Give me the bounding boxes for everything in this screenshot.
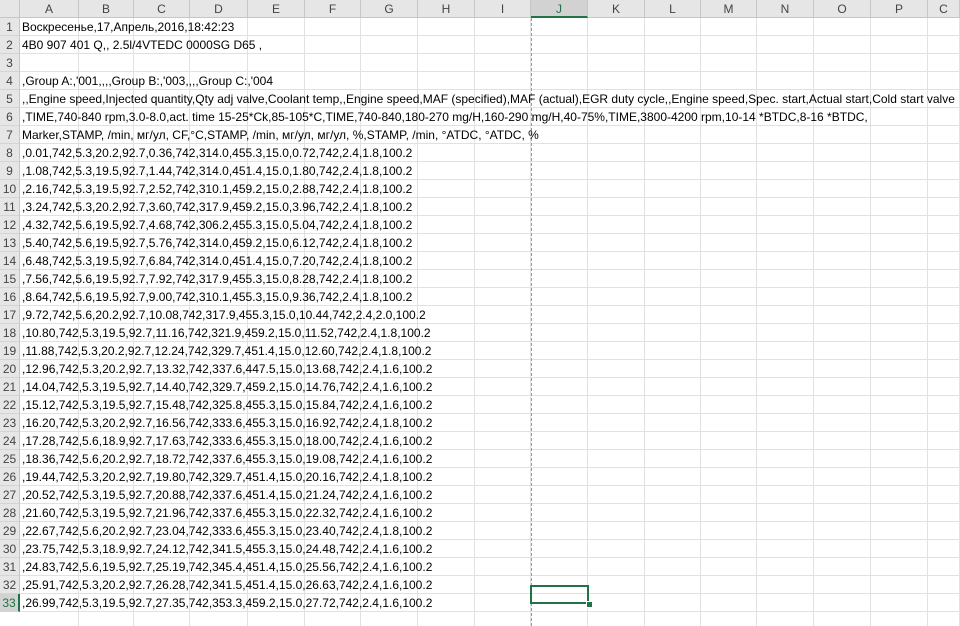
cell-a17[interactable]: ,9.72,742,5.6,20.2,92.7,10.08,742,317.9,… [22, 306, 426, 324]
cell-a11[interactable]: ,3.24,742,5.3,20.2,92.7,3.60,742,317.9,4… [22, 198, 412, 216]
cell-a27[interactable]: ,20.52,742,5.3,19.5,92.7,20.88,742,337.6… [22, 486, 432, 504]
cell-a16[interactable]: ,8.64,742,5.6,19.5,92.7,9.00,742,310.1,4… [22, 288, 412, 306]
row-header-28[interactable]: 28 [0, 504, 20, 522]
row-header-29[interactable]: 29 [0, 522, 20, 540]
row-header-11[interactable]: 11 [0, 198, 20, 216]
row-header-2[interactable]: 2 [0, 36, 20, 54]
cell-a30[interactable]: ,23.75,742,5.3,18.9,92.7,24.12,742,341.5… [22, 540, 432, 558]
column-header-a[interactable]: A [20, 0, 79, 18]
row-header-9[interactable]: 9 [0, 162, 20, 180]
column-header-f[interactable]: F [305, 0, 361, 18]
column-header-p[interactable]: P [871, 0, 928, 18]
cell-a9[interactable]: ,1.08,742,5.3,19.5,92.7,1.44,742,314.0,4… [22, 162, 412, 180]
cell-a33[interactable]: ,26.99,742,5.3,19.5,92.7,27.35,742,353.3… [22, 594, 432, 612]
column-header-i[interactable]: I [475, 0, 531, 18]
cell-a31[interactable]: ,24.83,742,5.6,19.5,92.7,25.19,742,345.4… [22, 558, 432, 576]
row-header-22[interactable]: 22 [0, 396, 20, 414]
cell-a1[interactable]: Воскресенье,17,Апрель,2016,18:42:23 [22, 18, 234, 36]
cell-a25[interactable]: ,18.36,742,5.6,20.2,92.7,18.72,742,337.6… [22, 450, 432, 468]
column-header-k[interactable]: K [588, 0, 645, 18]
row-header-7[interactable]: 7 [0, 126, 20, 144]
row-header-5[interactable]: 5 [0, 90, 20, 108]
spreadsheet-grid[interactable]: ABCDEFGHIJKLMNOPC 1 2 3 4 5 6 7 8 9 10 11 12 13 14 15 1… [0, 0, 960, 626]
column-header-g[interactable]: G [361, 0, 418, 18]
row-header-4[interactable]: 4 [0, 72, 20, 90]
row-header-16[interactable]: 16 [0, 288, 20, 306]
column-gridline [927, 18, 928, 626]
cell-a23[interactable]: ,16.20,742,5.3,20.2,92.7,16.56,742,333.6… [22, 414, 432, 432]
column-header-d[interactable]: D [190, 0, 248, 18]
cell-a4[interactable]: ,Group A:,'001,,,,Group B:,'003,,,,Group… [22, 72, 273, 90]
row-header-1[interactable]: 1 [0, 18, 20, 36]
row-header-31[interactable]: 31 [0, 558, 20, 576]
cell-a26[interactable]: ,19.44,742,5.3,20.2,92.7,19.80,742,329.7… [22, 468, 432, 486]
row-header-30[interactable]: 30 [0, 540, 20, 558]
cell-a2[interactable]: 4B0 907 401 Q,, 2.5l/4VTEDC 0000SG D65 , [22, 36, 262, 54]
cell-a20[interactable]: ,12.96,742,5.3,20.2,92.7,13.32,742,337.6… [22, 360, 432, 378]
row-header-15[interactable]: 15 [0, 270, 20, 288]
column-header-j[interactable]: J [531, 0, 588, 18]
row-header-21[interactable]: 21 [0, 378, 20, 396]
row-header-25[interactable]: 25 [0, 450, 20, 468]
cell-a15[interactable]: ,7.56,742,5.6,19.5,92.7,7.92,742,317.9,4… [22, 270, 412, 288]
column-header-o[interactable]: O [814, 0, 871, 18]
cell-a12[interactable]: ,4.32,742,5.6,19.5,92.7,4.68,742,306.2,4… [22, 216, 412, 234]
row-header-3[interactable]: 3 [0, 54, 20, 72]
cell-a18[interactable]: ,10.80,742,5.3,19.5,92.7,11.16,742,321.9… [22, 324, 431, 342]
row-header-19[interactable]: 19 [0, 342, 20, 360]
column-header-b[interactable]: B [79, 0, 134, 18]
cell-a14[interactable]: ,6.48,742,5.3,19.5,92.7,6.84,742,314.0,4… [22, 252, 412, 270]
row-header-17[interactable]: 17 [0, 306, 20, 324]
row-header-20[interactable]: 20 [0, 360, 20, 378]
row-header-10[interactable]: 10 [0, 180, 20, 198]
row-header-26[interactable]: 26 [0, 468, 20, 486]
row-header-24[interactable]: 24 [0, 432, 20, 450]
column-header-n[interactable]: N [757, 0, 814, 18]
cell-a19[interactable]: ,11.88,742,5.3,20.2,92.7,12.24,742,329.7… [22, 342, 431, 360]
cell-a29[interactable]: ,22.67,742,5.6,20.2,92.7,23.04,742,333.6… [22, 522, 432, 540]
row-header-27[interactable]: 27 [0, 486, 20, 504]
cell-a8[interactable]: ,0.01,742,5.3,20.2,92.7,0.36,742,314.0,4… [22, 144, 412, 162]
row-header-33[interactable]: 33 [0, 594, 20, 612]
column-gridline [870, 18, 871, 626]
cell-a7[interactable]: Marker,STAMP, /min, мг/ул, CF,°C,STAMP, … [22, 126, 539, 144]
column-header-m[interactable]: M [701, 0, 757, 18]
column-header-e[interactable]: E [248, 0, 305, 18]
cell-a24[interactable]: ,17.28,742,5.6,18.9,92.7,17.63,742,333.6… [22, 432, 432, 450]
row-header-18[interactable]: 18 [0, 324, 20, 342]
cell-a28[interactable]: ,21.60,742,5.3,19.5,92.7,21.96,742,337.6… [22, 504, 432, 522]
row-header-13[interactable]: 13 [0, 234, 20, 252]
cell-a22[interactable]: ,15.12,742,5.3,19.5,92.7,15.48,742,325.8… [22, 396, 432, 414]
row-header-6[interactable]: 6 [0, 108, 20, 126]
row-header-32[interactable]: 32 [0, 576, 20, 594]
row-header-8[interactable]: 8 [0, 144, 20, 162]
column-header-c[interactable]: C [134, 0, 190, 18]
cell-a5[interactable]: ,,Engine speed,Injected quantity,Qty adj… [22, 90, 955, 108]
select-all-corner[interactable] [0, 0, 20, 18]
cell-a6[interactable]: ,TIME,740-840 rpm,3.0-8.0,act. time 15-2… [22, 108, 868, 126]
active-cell-J33[interactable] [530, 585, 589, 604]
cell-a13[interactable]: ,5.40,742,5.6,19.5,92.7,5.76,742,314.0,4… [22, 234, 412, 252]
fill-handle[interactable] [586, 601, 593, 608]
row-header-12[interactable]: 12 [0, 216, 20, 234]
cell-a10[interactable]: ,2.16,742,5.3,19.5,92.7,2.52,742,310.1,4… [22, 180, 412, 198]
column-header-h[interactable]: H [418, 0, 475, 18]
cell-a21[interactable]: ,14.04,742,5.3,19.5,92.7,14.40,742,329.7… [22, 378, 432, 396]
column-header-l[interactable]: L [645, 0, 701, 18]
cell-a32[interactable]: ,25.91,742,5.3,20.2,92.7,26.28,742,341.5… [22, 576, 432, 594]
column-header-c[interactable]: C [928, 0, 960, 18]
row-header-23[interactable]: 23 [0, 414, 20, 432]
row-header-14[interactable]: 14 [0, 252, 20, 270]
